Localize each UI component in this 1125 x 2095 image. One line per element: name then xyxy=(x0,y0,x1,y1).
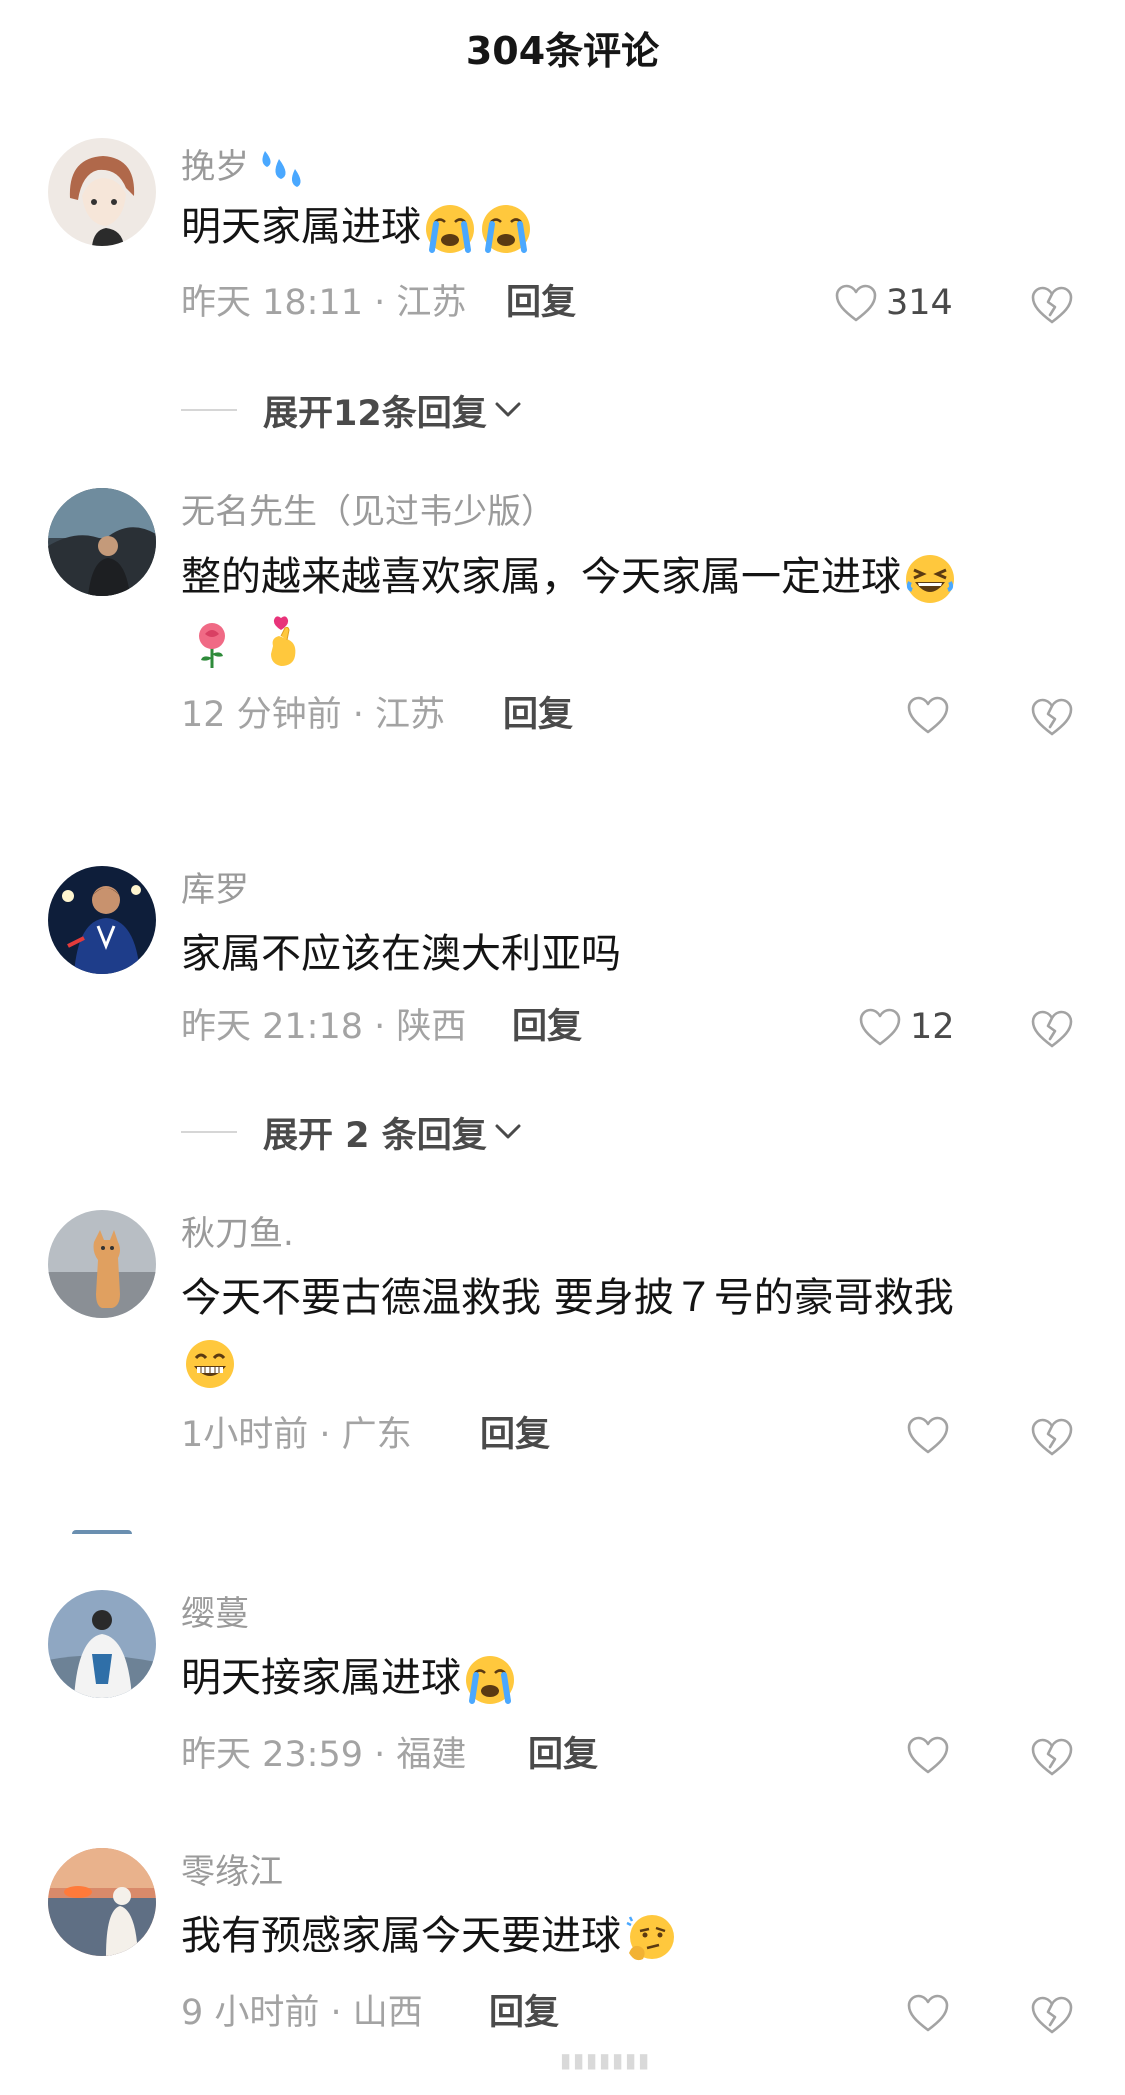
dislike-button[interactable] xyxy=(1030,284,1074,326)
comment-meta: 9 小时前 · 山西 xyxy=(181,1993,423,2033)
reply-button[interactable]: 回复 xyxy=(506,280,576,326)
avatar[interactable] xyxy=(48,138,156,246)
watermark: ▮▮▮▮▮▮▮ xyxy=(560,2048,652,2072)
expand-replies-button[interactable]: 展开 2 条回复 xyxy=(181,1107,523,1157)
expand-replies-label: 展开 2 条回复 xyxy=(263,1115,487,1156)
partial-avatar xyxy=(72,1530,132,1534)
laughing-face-icon xyxy=(903,552,957,606)
like-button[interactable] xyxy=(906,1732,950,1778)
comment-meta: 12 分钟前 · 江苏 xyxy=(181,695,446,735)
heart-outline-icon xyxy=(906,1735,950,1775)
crying-face-icon xyxy=(423,202,477,256)
username-text: 挽岁 xyxy=(181,147,249,187)
dislike-button[interactable] xyxy=(1030,1416,1074,1458)
comment-content: 整的越来越喜欢家属，今天家属一定进球 xyxy=(181,545,1081,673)
avatar[interactable] xyxy=(48,488,156,596)
expand-replies-label: 展开12条回复 xyxy=(263,393,487,434)
comment-text: 我有预感家属今天要进球 xyxy=(181,1913,621,1959)
dislike-button[interactable] xyxy=(1030,1994,1074,2036)
comment-text: 明天接家属进球 xyxy=(181,1655,461,1701)
grinning-face-icon xyxy=(183,1337,237,1391)
broken-heart-icon xyxy=(1030,1416,1074,1458)
comment-meta: 昨天 21:18 · 陕西 xyxy=(181,1007,467,1047)
crying-face-icon xyxy=(479,202,533,256)
heart-outline-icon xyxy=(906,1415,950,1455)
like-button[interactable] xyxy=(906,1990,950,2036)
dislike-button[interactable] xyxy=(1030,696,1074,738)
comment-content: 家属不应该在澳大利亚吗 xyxy=(181,922,1081,986)
comment-text: 今天不要古德温救我 要身披７号的豪哥救我 xyxy=(181,1275,954,1321)
comment-text: 家属不应该在澳大利亚吗 xyxy=(181,931,621,977)
comment-content: 今天不要古德温救我 要身披７号的豪哥救我 xyxy=(181,1266,1081,1394)
comment-text: 整的越来越喜欢家属，今天家属一定进球 xyxy=(181,554,901,600)
comment-text: 明天家属进球 xyxy=(181,204,421,250)
broken-heart-icon xyxy=(1030,1994,1074,2036)
sweat-droplets-icon xyxy=(255,143,303,191)
reply-button[interactable]: 回复 xyxy=(528,1732,598,1778)
comment-content: 我有预感家属今天要进球 xyxy=(181,1904,1081,1968)
avatar[interactable] xyxy=(48,1848,156,1956)
divider xyxy=(181,1131,237,1133)
comment-content: 明天家属进球 xyxy=(181,195,1081,259)
username[interactable]: 缨蔓 xyxy=(181,1592,249,1636)
like-button[interactable] xyxy=(906,692,950,738)
comment-content: 明天接家属进球 xyxy=(181,1646,1081,1710)
heart-outline-icon xyxy=(858,1007,902,1047)
username[interactable]: 挽岁 xyxy=(181,143,303,191)
finger-heart-icon xyxy=(259,616,313,670)
comments-header: 304条评论 xyxy=(0,0,1125,95)
reply-button[interactable]: 回复 xyxy=(503,692,573,738)
like-button[interactable]: 12 xyxy=(858,1004,955,1050)
chevron-down-icon xyxy=(495,402,521,417)
avatar[interactable] xyxy=(48,1210,156,1318)
dislike-button[interactable] xyxy=(1030,1008,1074,1050)
reply-button[interactable]: 回复 xyxy=(489,1990,559,2036)
avatar[interactable] xyxy=(48,1590,156,1698)
rose-icon xyxy=(185,616,239,670)
expand-replies-button[interactable]: 展开12条回复 xyxy=(181,385,523,435)
username[interactable]: 无名先生（见过韦少版） xyxy=(181,490,555,534)
broken-heart-icon xyxy=(1030,696,1074,738)
like-count: 12 xyxy=(910,1007,955,1047)
comment-meta: 昨天 23:59 · 福建 xyxy=(181,1735,467,1775)
heart-outline-icon xyxy=(906,695,950,735)
heart-outline-icon xyxy=(834,283,878,323)
broken-heart-icon xyxy=(1030,284,1074,326)
dislike-button[interactable] xyxy=(1030,1736,1074,1778)
crying-face-icon xyxy=(463,1653,517,1707)
username[interactable]: 秋刀鱼. xyxy=(181,1212,294,1256)
like-button[interactable]: 314 xyxy=(834,280,953,326)
thinking-face-icon xyxy=(623,1911,677,1965)
chevron-down-icon xyxy=(495,1124,521,1139)
avatar[interactable] xyxy=(48,866,156,974)
like-button[interactable] xyxy=(906,1412,950,1458)
reply-button[interactable]: 回复 xyxy=(512,1004,582,1050)
like-count: 314 xyxy=(886,283,953,323)
broken-heart-icon xyxy=(1030,1008,1074,1050)
comment-meta: 1小时前 · 广东 xyxy=(181,1415,412,1455)
comment-count-title: 304条评论 xyxy=(465,29,660,73)
comment-meta: 昨天 18:11 · 江苏 xyxy=(181,283,467,323)
username[interactable]: 库罗 xyxy=(181,868,249,912)
broken-heart-icon xyxy=(1030,1736,1074,1778)
heart-outline-icon xyxy=(906,1993,950,2033)
divider xyxy=(181,409,237,411)
username[interactable]: 零缘江 xyxy=(181,1850,283,1894)
reply-button[interactable]: 回复 xyxy=(480,1412,550,1458)
